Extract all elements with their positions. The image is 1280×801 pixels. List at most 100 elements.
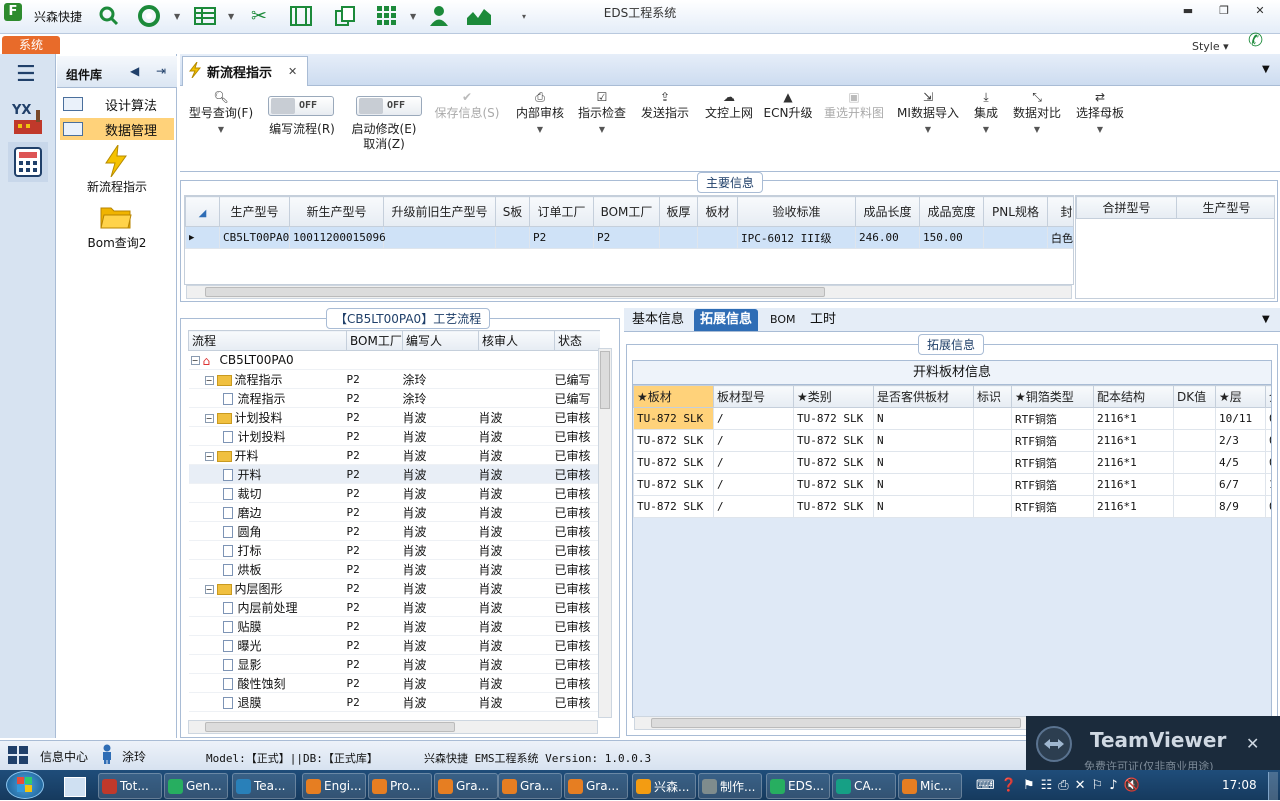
doc-control-online-button[interactable]: ☁ 文控上网: [700, 88, 758, 150]
cell[interactable]: TU-872 SLK: [793, 473, 874, 496]
minimize-button[interactable]: ▬: [1178, 4, 1198, 20]
tree-row[interactable]: 计划投料 P2 肖波 肖波 已审核: [188, 426, 600, 446]
cell[interactable]: /: [713, 429, 794, 452]
cell[interactable]: P2: [593, 226, 660, 249]
cell[interactable]: RTF铜箔: [1011, 407, 1094, 430]
yx-factory-icon[interactable]: YX: [8, 98, 48, 138]
cell[interactable]: [983, 226, 1048, 249]
apps-icon[interactable]: [374, 4, 400, 28]
model-query-button[interactable]: 🔍︎ 型号查询(F) ▼: [186, 88, 256, 150]
table-row[interactable]: TU-872 SLK/TU-872 SLKNRTF铜箔2116*110/110: [633, 407, 1271, 430]
calculator-icon[interactable]: [8, 142, 48, 182]
cell[interactable]: TU-872 SLK: [793, 451, 874, 474]
detail-dropdown-icon[interactable]: ▼: [1262, 314, 1270, 325]
tree-node[interactable]: − 开料: [188, 445, 347, 465]
cell[interactable]: [1173, 473, 1216, 496]
tree-row[interactable]: − ⌂ CB5LT00PA0: [188, 350, 600, 370]
tree-node[interactable]: 酸性蚀刻: [188, 673, 347, 693]
tab-new-process[interactable]: 新流程指示 ✕: [182, 56, 308, 86]
tree-node[interactable]: − 计划投料: [188, 407, 347, 427]
cell[interactable]: 2116*1: [1093, 451, 1174, 474]
cell[interactable]: TU-872 SLK: [793, 407, 874, 430]
cell[interactable]: RTF铜箔: [1011, 473, 1094, 496]
cell[interactable]: 白色: [1047, 226, 1073, 249]
cell[interactable]: 2116*1: [1093, 495, 1174, 518]
tab-basic-info[interactable]: 基本信息: [626, 309, 690, 331]
column-header[interactable]: 成品宽度: [919, 196, 984, 227]
cell[interactable]: [973, 473, 1012, 496]
cell[interactable]: [383, 226, 496, 249]
tree-node[interactable]: 显影: [188, 654, 347, 674]
cell[interactable]: TU-872 SLK: [633, 407, 714, 430]
tree-row[interactable]: 烘板 P2 肖波 肖波 已审核: [188, 559, 600, 579]
info-center-link[interactable]: 信息中心: [40, 748, 88, 765]
tree-node[interactable]: 计划投料: [188, 426, 347, 446]
cell[interactable]: 4/5: [1215, 451, 1266, 474]
tree-node[interactable]: 贴膜: [188, 616, 347, 636]
table-row[interactable]: TU-872 SLK/TU-872 SLKNRTF铜箔2116*16/71: [633, 473, 1271, 496]
column-header[interactable]: ★层: [1215, 385, 1266, 408]
cell[interactable]: 2116*1: [1093, 407, 1174, 430]
tool-new-process[interactable]: 新流程指示: [62, 144, 172, 195]
tool-bom-query[interactable]: Bom查询2: [62, 200, 172, 251]
chevron-down-icon[interactable]: ▼: [228, 12, 234, 21]
column-header[interactable]: 核审人: [478, 330, 555, 351]
grid-icon[interactable]: [192, 4, 218, 28]
tree-node[interactable]: 退膜: [188, 692, 347, 712]
column-header[interactable]: 板材: [697, 196, 738, 227]
tree-node[interactable]: 裁切: [188, 483, 347, 503]
taskbar-item[interactable]: Gen...: [164, 773, 228, 799]
process-vscroll[interactable]: [598, 348, 612, 718]
cell[interactable]: TU-872 SLK: [633, 473, 714, 496]
cell[interactable]: /: [713, 495, 794, 518]
cell[interactable]: /: [713, 451, 794, 474]
tree-row[interactable]: 内层前处理 P2 肖波 肖波 已审核: [188, 597, 600, 617]
collapse-icon[interactable]: −: [204, 451, 214, 461]
collapse-icon[interactable]: −: [204, 413, 214, 423]
cell[interactable]: 150.00: [919, 226, 984, 249]
save-info-button[interactable]: ✔ 保存信息(S): [432, 88, 502, 150]
column-header[interactable]: ★板材: [633, 385, 714, 408]
chart-icon[interactable]: [466, 4, 492, 28]
cell[interactable]: [1173, 429, 1216, 452]
tree-row[interactable]: 裁切 P2 肖波 肖波 已审核: [188, 483, 600, 503]
show-desktop-button[interactable]: [1268, 772, 1278, 800]
tree-row[interactable]: 贴膜 P2 肖波 肖波 已审核: [188, 616, 600, 636]
collapse-icon[interactable]: −: [204, 375, 214, 385]
tab-work-hours[interactable]: 工时: [804, 309, 842, 331]
style-dropdown[interactable]: Style ▾: [1192, 40, 1229, 53]
column-header[interactable]: 板厚: [659, 196, 698, 227]
table-row[interactable]: TU-872 SLK/TU-872 SLKNRTF铜箔2116*18/90: [633, 495, 1271, 518]
tree-node[interactable]: 磨边: [188, 502, 347, 522]
column-header[interactable]: 介: [1265, 385, 1271, 408]
column-header[interactable]: ★铜箔类型: [1011, 385, 1094, 408]
column-header[interactable]: 标识: [973, 385, 1012, 408]
column-header[interactable]: PNL规格: [983, 196, 1048, 227]
cell[interactable]: CB5LT00PA0: [219, 226, 290, 249]
tree-row[interactable]: 流程指示 P2 涂玲 已编写: [188, 388, 600, 408]
cell[interactable]: 0: [1265, 429, 1271, 452]
tree-row[interactable]: 酸性蚀刻 P2 肖波 肖波 已审核: [188, 673, 600, 693]
cell[interactable]: N: [873, 407, 974, 430]
taskbar-item[interactable]: CA...: [832, 773, 896, 799]
tree-node[interactable]: 曝光: [188, 635, 347, 655]
chevron-down-icon[interactable]: ▾: [522, 12, 526, 21]
cell[interactable]: 10/11: [1215, 407, 1266, 430]
lifebuoy-icon[interactable]: [136, 4, 162, 28]
taskbar-item[interactable]: Engi...: [302, 773, 366, 799]
search-icon[interactable]: [96, 4, 122, 28]
cell[interactable]: 8/9: [1215, 495, 1266, 518]
cell[interactable]: 1: [1265, 473, 1271, 496]
cell[interactable]: [973, 429, 1012, 452]
tab-extended-info[interactable]: 拓展信息: [694, 309, 759, 331]
cell[interactable]: N: [873, 429, 974, 452]
column-header[interactable]: 是否客供板材: [873, 385, 974, 408]
system-tab[interactable]: 系统: [2, 36, 60, 54]
cell[interactable]: [659, 226, 698, 249]
cell[interactable]: 2/3: [1215, 429, 1266, 452]
column-header[interactable]: 新生产型号: [289, 196, 384, 227]
cell[interactable]: P2: [529, 226, 594, 249]
column-header[interactable]: ★类别: [793, 385, 874, 408]
cell[interactable]: 6/7: [1215, 473, 1266, 496]
pin-icon[interactable]: ⇥: [156, 64, 166, 78]
